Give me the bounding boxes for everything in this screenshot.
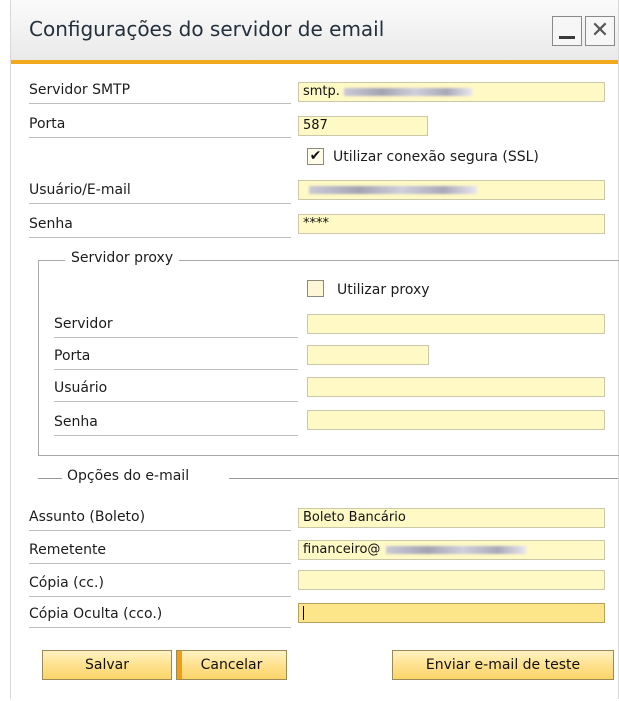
bcc-field[interactable] (298, 603, 605, 623)
sender-value: financeiro@ (303, 542, 381, 557)
proxy-user-label: Usuário (54, 380, 108, 396)
minimize-button[interactable] (552, 16, 582, 46)
text-caret (303, 605, 304, 620)
proxy-password-label: Senha (54, 414, 98, 430)
divider (54, 337, 298, 338)
title-bar[interactable]: Configurações do servidor de email ✕ (11, 0, 618, 64)
subject-field[interactable]: Boleto Bancário (298, 508, 605, 528)
proxy-server-field[interactable] (307, 314, 605, 334)
sender-field[interactable]: financeiro@ (298, 540, 605, 560)
subject-label: Assunto (Boleto) (29, 509, 146, 525)
user-email-label: Usuário/E-mail (29, 182, 131, 198)
ssl-checkbox[interactable]: ✔ (307, 148, 324, 165)
use-proxy-checkbox[interactable] (307, 280, 324, 297)
divider (54, 435, 298, 436)
redacted-text (309, 185, 477, 194)
divider (29, 627, 291, 628)
close-button[interactable]: ✕ (585, 16, 615, 46)
redacted-text (386, 545, 527, 554)
proxy-password-field[interactable] (307, 410, 605, 430)
smtp-port-field[interactable]: 587 (298, 116, 428, 136)
send-test-email-label: Enviar e-mail de teste (425, 657, 581, 673)
smtp-server-value: smtp. (303, 84, 340, 99)
smtp-server-field[interactable]: smtp. (298, 82, 605, 102)
ssl-label: Utilizar conexão segura (SSL) (333, 149, 539, 165)
sender-label: Remetente (29, 542, 107, 558)
divider (54, 369, 298, 370)
bcc-label: Cópia Oculta (cco.) (29, 606, 163, 622)
proxy-port-field[interactable] (307, 345, 429, 365)
send-test-email-button[interactable]: Enviar e-mail de teste (392, 650, 614, 680)
email-server-settings-dialog: Configurações do servidor de email ✕ Ser… (10, 0, 619, 699)
save-button[interactable]: Salvar (42, 650, 172, 680)
redacted-text (343, 87, 472, 96)
smtp-server-label: Servidor SMTP (29, 82, 131, 98)
button-accent (177, 651, 182, 679)
window-title: Configurações do servidor de email (29, 17, 385, 41)
password-value: **** (303, 216, 329, 231)
subject-value: Boleto Bancário (303, 510, 406, 525)
separator-line (229, 478, 618, 479)
divider (29, 203, 291, 204)
cc-field[interactable] (298, 570, 605, 590)
cancel-button-label: Cancelar (200, 657, 263, 673)
proxy-group-title: Servidor proxy (65, 250, 180, 266)
password-label: Senha (29, 216, 73, 232)
proxy-server-label: Servidor (54, 316, 113, 332)
cc-label: Cópia (cc.) (29, 575, 104, 591)
divider (29, 237, 291, 238)
smtp-port-value: 587 (303, 118, 328, 133)
cancel-button[interactable]: Cancelar (176, 650, 287, 680)
divider (29, 596, 291, 597)
user-email-field[interactable] (298, 180, 605, 200)
divider (29, 103, 291, 104)
divider (54, 401, 298, 402)
save-button-label: Salvar (85, 657, 129, 673)
checkmark-icon: ✔ (309, 148, 322, 164)
smtp-port-label: Porta (29, 116, 66, 132)
divider (29, 563, 291, 564)
divider (29, 530, 291, 531)
close-icon: ✕ (590, 18, 610, 43)
minimize-icon (559, 36, 575, 39)
email-options-title: Opções do e-mail (63, 468, 194, 484)
password-field[interactable]: **** (298, 214, 605, 234)
use-proxy-label: Utilizar proxy (337, 282, 430, 298)
divider (29, 137, 291, 138)
separator-line (38, 478, 62, 479)
proxy-user-field[interactable] (307, 377, 605, 397)
proxy-port-label: Porta (54, 348, 91, 364)
